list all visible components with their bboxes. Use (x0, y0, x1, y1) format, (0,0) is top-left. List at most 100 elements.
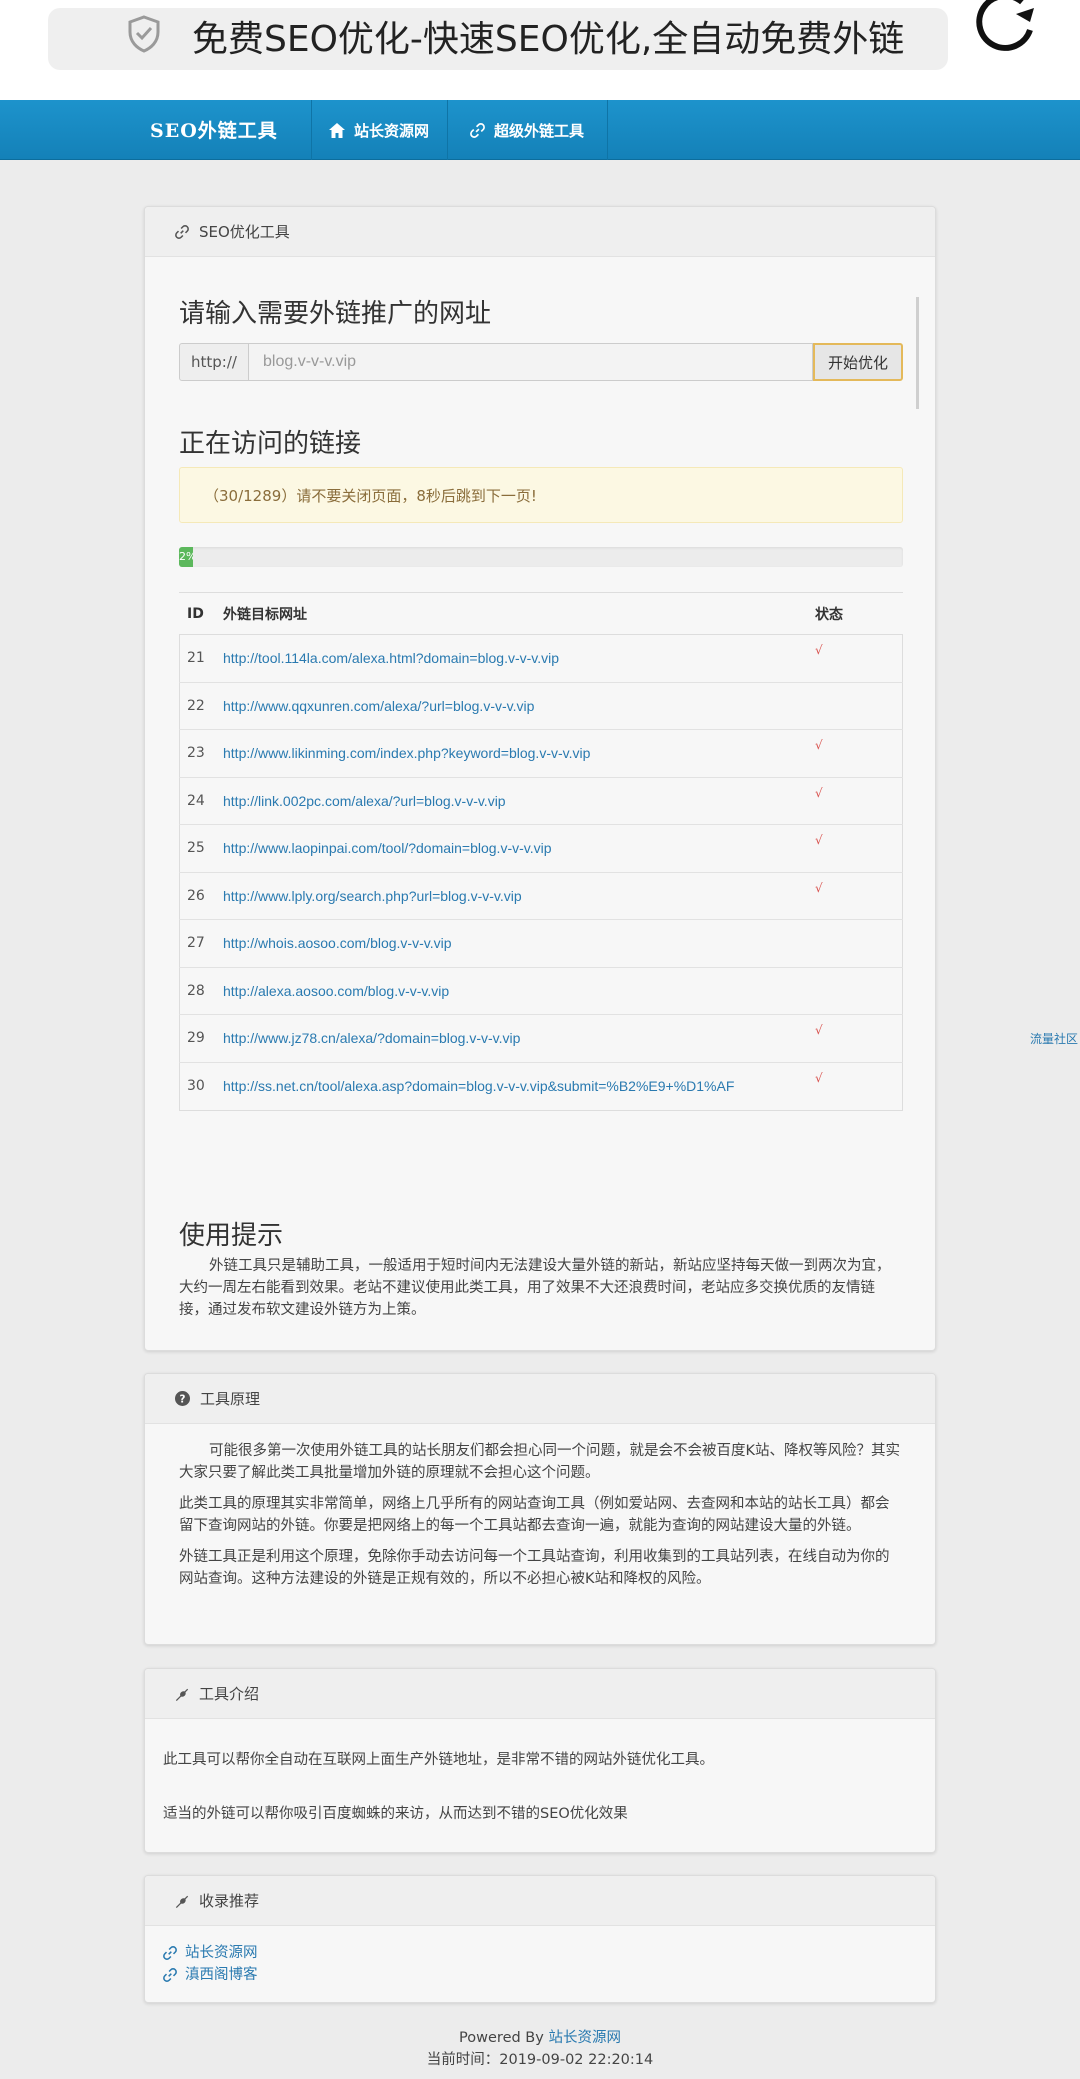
table-header-row: ID 外链目标网址 状态 (179, 592, 903, 635)
row-id: 29 (179, 1014, 223, 1062)
powered-prefix: Powered By (459, 2030, 544, 2046)
row-id: 22 (179, 681, 223, 730)
visiting-heading: 正在访问的链接 (179, 429, 362, 459)
row-status-check (815, 919, 903, 967)
row-url-link[interactable]: http://www.likinming.com/index.php?keywo… (223, 729, 815, 777)
wrench-icon (175, 1688, 189, 1701)
protocol-addon: http:// (179, 343, 249, 381)
link-icon (175, 224, 189, 239)
row-status-check (815, 966, 903, 1015)
row-url-link[interactable]: http://www.qqxunren.com/alexa/?url=blog.… (223, 681, 815, 730)
status-alert: （30/1289）请不要关闭页面，8秒后跳到下一页! (179, 467, 903, 523)
current-time: 当前时间：2019-09-02 22:20:14 (426, 2052, 654, 2068)
tips-text: 外链工具只是辅助工具，一般适用于短时间内无法建设大量外链的新站，新站应坚持每天做… (179, 1258, 891, 1318)
url-input[interactable] (249, 343, 813, 381)
wrench-icon (175, 1895, 189, 1908)
panel-title: 工具介绍 (199, 1685, 260, 1703)
page-footer: Powered By 站长资源网 当前时间：2019-09-02 22:20:1… (0, 2027, 1080, 2071)
shield-check-icon (128, 15, 160, 53)
recommend-link[interactable]: 滇西阁博客 (163, 1964, 258, 1986)
table-row: 29 http://www.jz78.cn/alexa/?domain=blog.… (179, 1014, 903, 1062)
principle-paragraph: 可能很多第一次使用外链工具的站长朋友们都会担心同一个问题，就是会不会被百度K站、… (179, 1443, 901, 1481)
panel-header: 工具介绍 (145, 1669, 935, 1719)
recommend-link[interactable]: 站长资源网 (163, 1942, 258, 1964)
nav-item-link-label: 超级外链工具 (493, 121, 584, 140)
recommend-link-label: 滇西阁博客 (185, 1967, 258, 1983)
row-id: 23 (179, 729, 223, 777)
principle-paragraph: 此类工具的原理其实非常简单，网络上几乎所有的网站查询工具（例如爱站网、去查网和本… (179, 1496, 890, 1534)
link-table: ID 外链目标网址 状态 21 http://tool.114la.com/ale… (179, 592, 903, 1110)
table-row: 27 http://whois.aosoo.com/blog.v-v-v.vip (179, 919, 903, 967)
row-status-check: √ (815, 871, 903, 920)
row-url-link[interactable]: http://www.laopinpai.com/tool/?domain=bl… (223, 824, 815, 872)
recommend-link-label: 站长资源网 (185, 1945, 258, 1961)
row-url-link[interactable]: http://alexa.aosoo.com/blog.v-v-v.vip (223, 966, 815, 1015)
row-id: 25 (179, 824, 223, 872)
row-status-check: √ (815, 824, 903, 872)
row-url-link[interactable]: http://tool.114la.com/alexa.html?domain=… (223, 634, 815, 682)
row-id: 24 (179, 776, 223, 825)
panel-header: ? 工具原理 (145, 1374, 935, 1424)
start-optimize-button[interactable]: 开始优化 (813, 343, 903, 381)
input-heading: 请输入需要外链推广的网址 (179, 299, 492, 329)
seo-tool-panel: SEO优化工具 请输入需要外链推广的网址 http:// 开始优化 正在访问的链… (144, 206, 936, 1351)
row-status-check: √ (815, 729, 903, 777)
recommend-panel: 收录推荐 站长资源网 滇西阁博客 (144, 1875, 936, 2003)
panel-title: 收录推荐 (199, 1892, 260, 1910)
panel-scrollbar[interactable] (916, 297, 919, 409)
nav-divider (607, 100, 608, 160)
nav-item-home[interactable]: 站长资源网 (311, 100, 447, 160)
svg-text:?: ? (180, 1393, 186, 1405)
panel-title: 工具原理 (200, 1390, 261, 1408)
link-icon (470, 122, 485, 138)
row-id: 21 (179, 634, 223, 682)
progress-fill: 2% (179, 547, 194, 567)
page-title-url: 免费SEO优化-快速SEO优化,全自动免费外链 (192, 19, 905, 60)
link-icon (163, 1968, 177, 1982)
row-status-check: √ (815, 776, 903, 825)
table-row: 21 http://tool.114la.com/alexa.html?domai… (179, 634, 903, 682)
question-circle-icon: ? (175, 1391, 190, 1406)
row-url-link[interactable]: http://link.002pc.com/alexa/?url=blog.v-… (223, 776, 815, 825)
site-brand[interactable]: SEO外链工具 (150, 116, 278, 143)
nav-item-link-tool[interactable]: 超级外链工具 (447, 100, 607, 160)
row-url-link[interactable]: http://whois.aosoo.com/blog.v-v-v.vip (223, 919, 815, 967)
row-url-link[interactable]: http://ss.net.cn/tool/alexa.asp?domain=b… (223, 1061, 815, 1110)
table-row: 25 http://www.laopinpai.com/tool/?domain=… (179, 824, 903, 872)
intro-paragraph: 此工具可以帮你全自动在互联网上面生产外链地址，是非常不错的网站外链优化工具。 (163, 1752, 714, 1768)
table-header-url: 外链目标网址 (223, 592, 815, 635)
tips-heading: 使用提示 (179, 1221, 284, 1251)
table-row: 24 http://link.002pc.com/alexa/?url=blog.… (179, 776, 903, 825)
table-header-status: 状态 (815, 592, 903, 635)
intro-panel: 工具介绍 此工具可以帮你全自动在互联网上面生产外链地址，是非常不错的网站外链优化… (144, 1668, 936, 1853)
table-header-id: ID (179, 592, 223, 635)
row-url-link[interactable]: http://www.lply.org/search.php?url=blog.… (223, 871, 815, 920)
row-id: 26 (179, 871, 223, 920)
row-status-check: √ (815, 634, 903, 682)
row-url-link[interactable]: http://www.jz78.cn/alexa/?domain=blog.v-… (223, 1014, 815, 1062)
powered-link[interactable]: 站长资源网 (548, 2030, 621, 2046)
side-community-link[interactable]: 流量社区 (1030, 1030, 1078, 1047)
principle-paragraph: 外链工具正是利用这个原理，免除你手动去访问每一个工具站查询，利用收集到的工具站列… (179, 1549, 890, 1587)
nav-item-home-label: 站长资源网 (353, 121, 429, 140)
intro-paragraph: 适当的外链可以帮你吸引百度蜘蛛的来访，从而达到不错的SEO优化效果 (163, 1806, 628, 1822)
home-icon (328, 122, 345, 138)
table-row: 26 http://www.lply.org/search.php?url=blo… (179, 871, 903, 920)
row-id: 30 (179, 1061, 223, 1110)
address-bar[interactable]: 免费SEO优化-快速SEO优化,全自动免费外链 (48, 8, 948, 70)
site-navbar: SEO外链工具 站长资源网 超级外链工具 (0, 100, 1080, 160)
table-row: 22 http://www.qqxunren.com/alexa/?url=blo… (179, 681, 903, 730)
browser-toolbar: 免费SEO优化-快速SEO优化,全自动免费外链 (0, 0, 1080, 100)
reload-icon[interactable] (972, 0, 1042, 60)
powered-by: Powered By 站长资源网 (0, 2027, 1080, 2049)
row-status-check: √ (815, 1014, 903, 1062)
url-input-group: http:// 开始优化 (179, 343, 903, 381)
row-status-check (815, 681, 903, 730)
row-id: 27 (179, 919, 223, 967)
row-id: 28 (179, 966, 223, 1015)
row-status-check: √ (815, 1061, 903, 1110)
panel-header: SEO优化工具 (145, 207, 935, 257)
table-row: 30 http://ss.net.cn/tool/alexa.asp?domain… (179, 1061, 903, 1110)
table-row: 23 http://www.likinming.com/index.php?key… (179, 729, 903, 777)
panel-header: 收录推荐 (145, 1876, 935, 1926)
